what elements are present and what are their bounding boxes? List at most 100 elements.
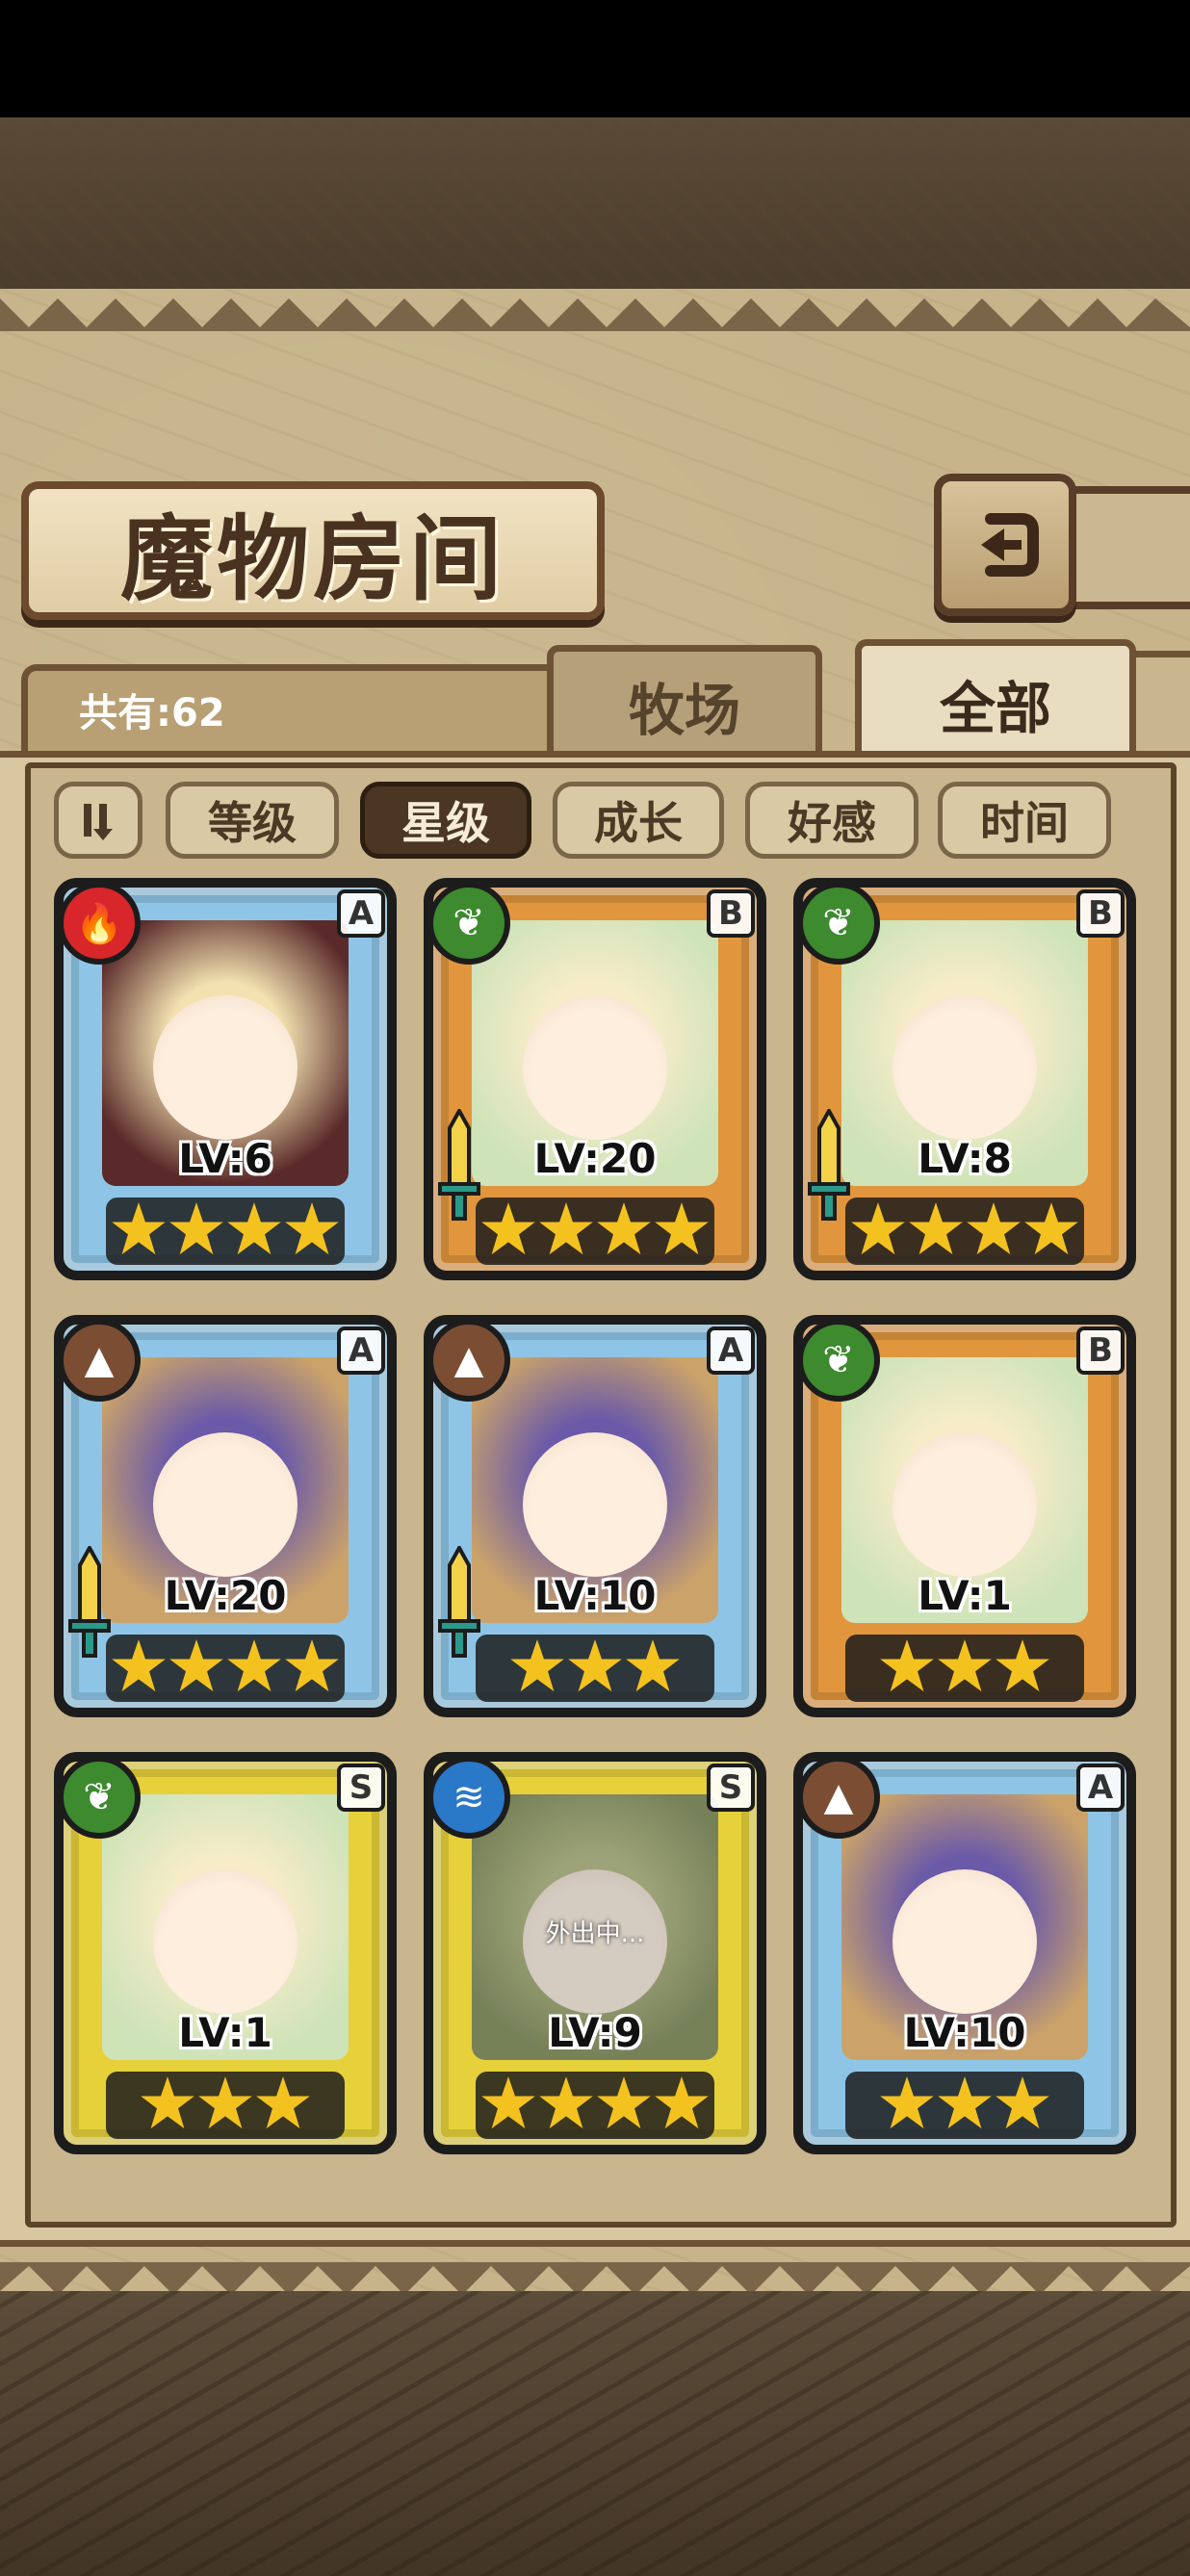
earth-element-icon: ▲ (427, 1319, 510, 1402)
sort-level-label: 等级 (208, 797, 297, 849)
sort-level-button[interactable]: 等级 (166, 782, 339, 859)
star-rating (64, 1194, 387, 1265)
star-icon (227, 1639, 281, 1692)
sort-affection-label: 好感 (788, 797, 876, 849)
monster-card[interactable]: ❦ B LV:20 (424, 878, 766, 1280)
leaf-element-icon: ❦ (797, 882, 880, 965)
monster-card[interactable]: ❦ S LV:1 (54, 1752, 397, 2154)
monster-face (153, 995, 298, 1140)
monster-face (523, 1432, 667, 1577)
star-icon (880, 1639, 934, 1692)
star-icon (285, 1639, 339, 1692)
monster-face (892, 1869, 1037, 2014)
monster-face (153, 1432, 298, 1577)
star-icon (481, 1202, 535, 1255)
page-title: 魔物房间 (120, 503, 505, 613)
star-rating (433, 1631, 757, 1702)
earth-element-icon: ▲ (797, 1756, 880, 1839)
sort-time-label: 时间 (980, 797, 1069, 849)
monster-level: LV:10 (533, 1572, 657, 1619)
star-rating (64, 1631, 387, 1702)
map-background-bottom (0, 2291, 1190, 2576)
star-icon (510, 1639, 564, 1692)
star-icon (169, 1639, 223, 1692)
rarity-badge: A (707, 1327, 755, 1375)
rarity-badge: A (337, 889, 385, 938)
star-icon (909, 1202, 963, 1255)
star-icon (169, 1202, 223, 1255)
earth-element-icon: ▲ (58, 1319, 141, 1402)
star-rating (433, 1194, 757, 1265)
tab-all[interactable]: 全部 (855, 639, 1136, 761)
star-icon (256, 2076, 310, 2129)
star-icon (1024, 1202, 1078, 1255)
monster-level: LV:20 (164, 1572, 287, 1619)
sort-time-button[interactable]: 时间 (938, 782, 1111, 859)
star-icon (938, 2076, 992, 2129)
star-rating (64, 2068, 387, 2139)
sort-order-icon (84, 804, 113, 840)
monster-face (153, 1869, 298, 2014)
tab-farm[interactable]: 牧场 (547, 645, 822, 760)
monster-card[interactable]: ▲ A LV:10 (424, 1315, 766, 1717)
return-arrow-icon (981, 513, 1039, 577)
sort-growth-label: 成长 (594, 797, 683, 849)
rarity-badge: A (1076, 1764, 1125, 1812)
leaf-element-icon: ❦ (427, 882, 510, 965)
sort-affection-button[interactable]: 好感 (745, 782, 918, 859)
monster-card[interactable]: ▲ A LV:20 (54, 1315, 397, 1717)
sort-star-label: 星级 (401, 797, 490, 849)
star-icon (967, 1202, 1021, 1255)
back-button[interactable] (934, 474, 1076, 616)
star-icon (655, 1202, 709, 1255)
rarity-badge: A (337, 1327, 385, 1375)
star-rating (803, 2068, 1126, 2139)
monster-count: 共有:62 (79, 691, 225, 735)
back-button-rail (1067, 486, 1190, 609)
star-icon (655, 2076, 709, 2129)
star-icon (996, 1639, 1049, 1692)
monster-level: LV:20 (533, 1135, 657, 1182)
star-icon (597, 1202, 651, 1255)
star-icon (227, 1202, 281, 1255)
room-title-plate: 魔物房间 (21, 481, 605, 620)
rarity-badge: S (337, 1764, 385, 1812)
star-icon (141, 2076, 194, 2129)
monster-face (523, 995, 667, 1140)
star-icon (938, 1639, 992, 1692)
tab-farm-label: 牧场 (628, 678, 740, 743)
monster-card[interactable]: 🔥 A LV:6 (54, 878, 397, 1280)
sort-star-button[interactable]: 星级 (360, 782, 531, 859)
rarity-badge: B (1076, 1327, 1125, 1375)
star-icon (568, 1639, 622, 1692)
status-bar (0, 0, 1190, 117)
monster-level: LV:8 (918, 1135, 1012, 1182)
star-icon (597, 2076, 651, 2129)
sort-growth-button[interactable]: 成长 (553, 782, 724, 859)
leaf-element-icon: ❦ (797, 1319, 880, 1402)
star-rating (433, 2068, 757, 2139)
monster-card[interactable]: ≋ S 外出中... LV:9 (424, 1752, 766, 2154)
monster-level: LV:1 (918, 1572, 1012, 1619)
sort-order-button[interactable] (54, 782, 142, 859)
star-icon (112, 1639, 166, 1692)
star-icon (539, 1202, 593, 1255)
monster-card[interactable]: ❦ B LV:8 (793, 878, 1136, 1280)
star-rating (803, 1194, 1126, 1265)
star-icon (481, 2076, 535, 2129)
monster-card[interactable]: ▲ A LV:10 (793, 1752, 1136, 2154)
star-icon (880, 2076, 934, 2129)
leaf-element-icon: ❦ (58, 1756, 141, 1839)
water-element-icon: ≋ (427, 1756, 510, 1839)
rarity-badge: B (1076, 889, 1125, 938)
star-rating (803, 1631, 1126, 1702)
tab-all-label: 全部 (939, 676, 1051, 741)
star-icon (626, 1639, 680, 1692)
rarity-badge: B (707, 889, 755, 938)
map-background-top (0, 117, 1190, 291)
monster-level: LV:1 (178, 2009, 272, 2056)
monster-card[interactable]: ❦ B LV:1 (793, 1315, 1136, 1717)
monster-level: LV:9 (548, 2009, 642, 2056)
monster-face (892, 995, 1037, 1140)
monster-level: LV:6 (178, 1135, 272, 1182)
